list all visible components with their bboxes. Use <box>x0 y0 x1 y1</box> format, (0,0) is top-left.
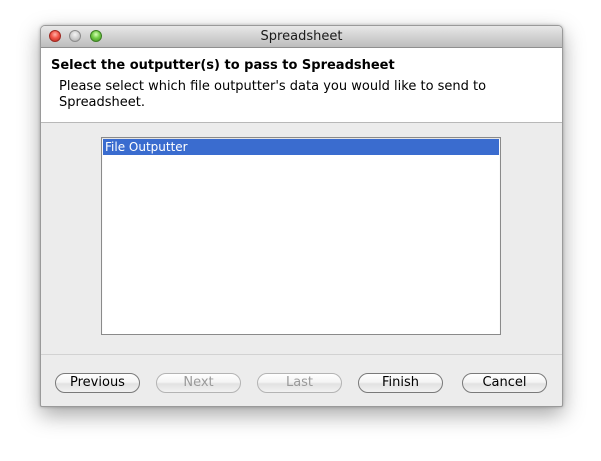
wizard-window: Spreadsheet Select the outputter(s) to p… <box>40 25 563 407</box>
step-description: Please select which file outputter's dat… <box>59 79 487 110</box>
finish-button[interactable]: Finish <box>358 373 443 393</box>
cancel-button[interactable]: Cancel <box>462 373 547 393</box>
window-title: Spreadsheet <box>260 29 343 44</box>
outputter-list[interactable]: File Outputter <box>101 137 501 335</box>
next-button[interactable]: Next <box>156 373 241 393</box>
wizard-header: Select the outputter(s) to pass to Sprea… <box>41 48 562 123</box>
button-separator <box>41 354 562 355</box>
title-bar[interactable]: Spreadsheet <box>41 26 562 48</box>
last-button[interactable]: Last <box>257 373 342 393</box>
step-title: Select the outputter(s) to pass to Sprea… <box>51 58 395 73</box>
list-item-file-outputter[interactable]: File Outputter <box>103 139 499 155</box>
previous-button[interactable]: Previous <box>55 373 140 393</box>
